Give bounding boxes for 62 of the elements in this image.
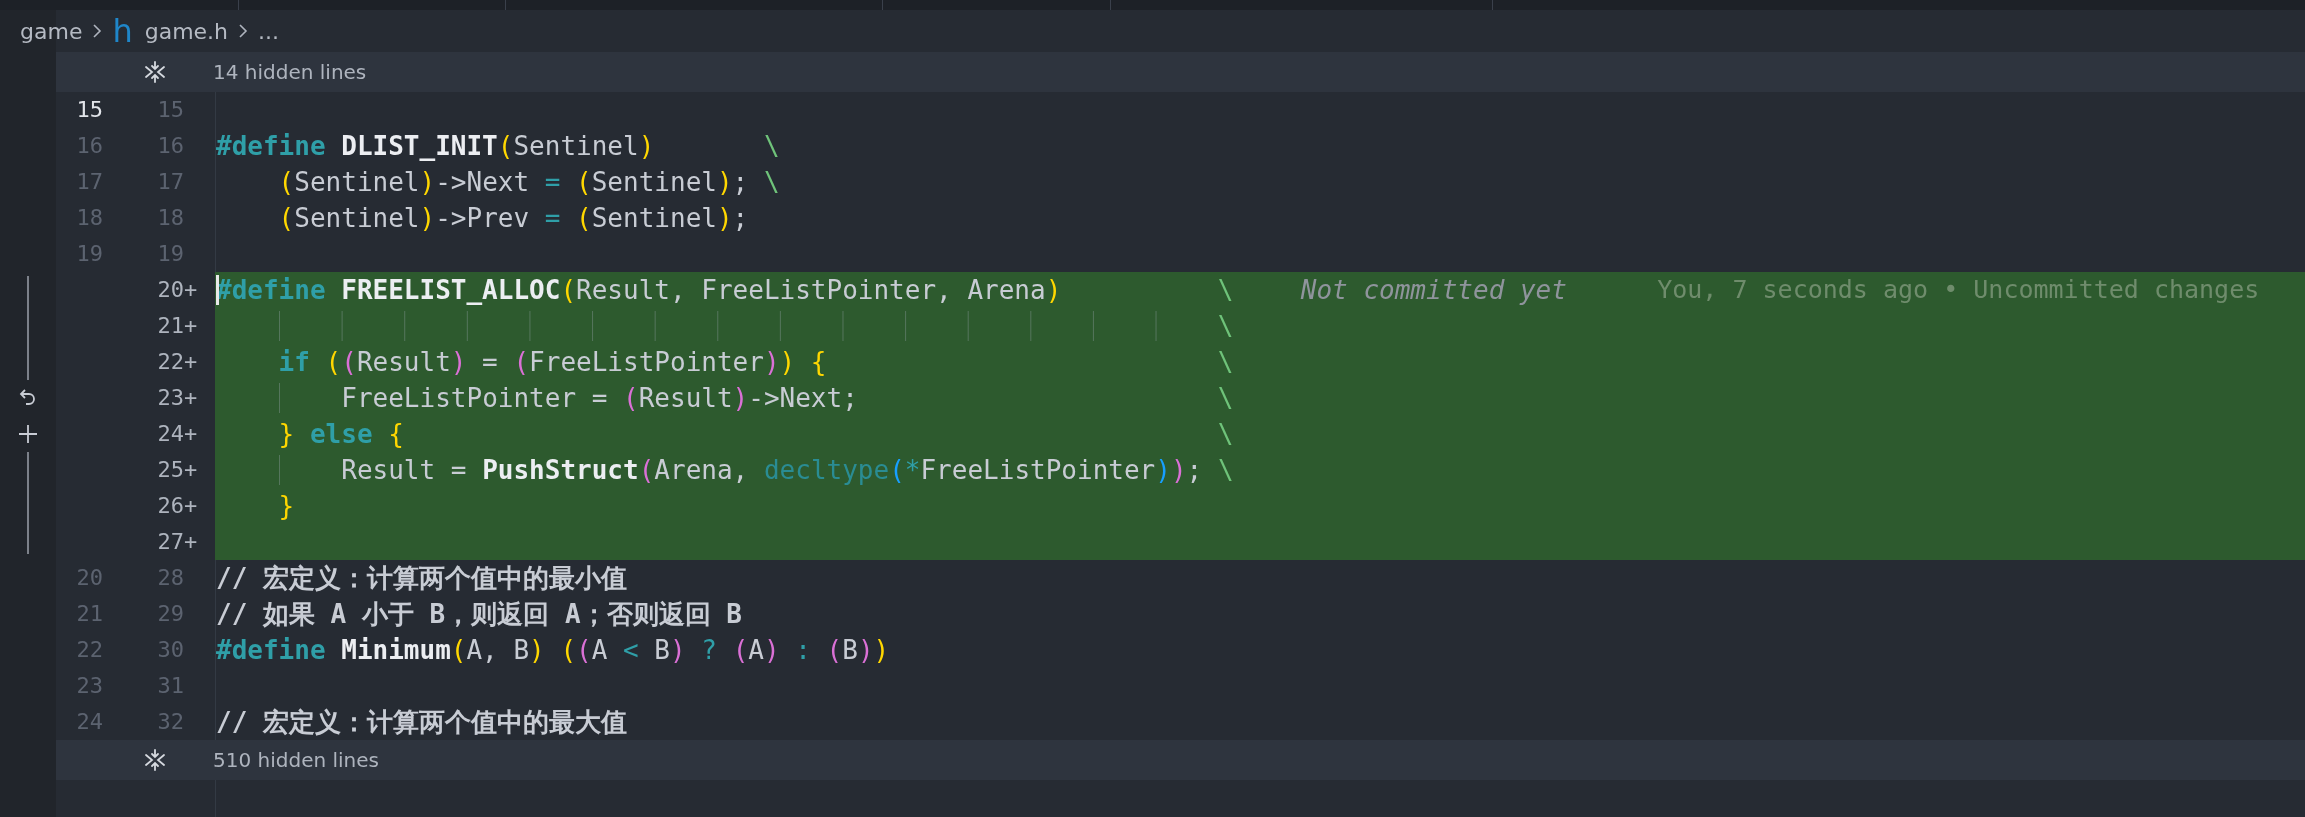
breadcrumb-item[interactable]: game bbox=[20, 14, 83, 48]
added-marker: + bbox=[184, 529, 198, 554]
line-number: 21 bbox=[156, 312, 184, 340]
breadcrumb-item[interactable]: game.h bbox=[144, 14, 229, 48]
code-line: FreeListPointer = (Result)->Next; \ bbox=[216, 380, 1234, 416]
line-number: 20 bbox=[75, 564, 103, 592]
line-number: 23 bbox=[75, 672, 103, 700]
line-number: 15 bbox=[156, 96, 184, 124]
line-number: 24 bbox=[156, 420, 184, 448]
added-marker: + bbox=[184, 277, 198, 302]
code-line: // 如果 A 小于 B，则返回 A；否则返回 B bbox=[216, 598, 742, 631]
line-number: 22 bbox=[75, 636, 103, 664]
added-marker: + bbox=[184, 421, 198, 446]
code-line: #define DLIST_INIT(Sentinel) \ bbox=[216, 130, 780, 163]
code-line: } bbox=[277, 490, 295, 523]
blame-detail: You, 7 seconds ago • Uncommitted changes bbox=[1657, 274, 2260, 307]
added-marker: + bbox=[184, 385, 198, 410]
line-number: 24 bbox=[75, 708, 103, 736]
line-number: 19 bbox=[75, 240, 103, 268]
line-number: 18 bbox=[75, 204, 103, 232]
line-number: 16 bbox=[156, 132, 184, 160]
code-line: } else { \ bbox=[277, 418, 1234, 451]
line-number: 17 bbox=[156, 168, 184, 196]
line-number: 26 bbox=[156, 492, 184, 520]
hidden-lines-bar[interactable]: 14 hidden lines bbox=[56, 52, 2305, 92]
unfold-icon[interactable] bbox=[143, 748, 167, 772]
line-number: 19 bbox=[156, 240, 184, 268]
line-number: 27 bbox=[156, 528, 184, 556]
line-number: 21 bbox=[75, 600, 103, 628]
hidden-lines-bar[interactable]: 510 hidden lines bbox=[56, 740, 2305, 780]
code-line: Result = PushStruct(Arena, decltype(*FreeListPointer)); \ bbox=[216, 452, 1234, 488]
blame-message: Not committed yet bbox=[1300, 273, 1567, 307]
breadcrumb-item[interactable]: ... bbox=[258, 14, 280, 48]
added-marker: + bbox=[184, 493, 198, 518]
code-line: (Sentinel)->Next = (Sentinel); \ bbox=[277, 166, 780, 199]
code-line: // 宏定义：计算两个值中的最大值 bbox=[216, 706, 627, 739]
hidden-lines-label: 510 hidden lines bbox=[213, 747, 379, 774]
line-number: 28 bbox=[156, 564, 184, 592]
line-number: 29 bbox=[156, 600, 184, 628]
line-number: 23 bbox=[156, 384, 184, 412]
added-marker: + bbox=[184, 457, 198, 482]
plus-icon[interactable] bbox=[16, 422, 40, 446]
line-number: 17 bbox=[75, 168, 103, 196]
line-number: 31 bbox=[156, 672, 184, 700]
added-marker: + bbox=[184, 349, 198, 374]
line-number: 18 bbox=[156, 204, 184, 232]
line-number: 22 bbox=[156, 348, 184, 376]
line-number: 20 bbox=[156, 276, 184, 304]
line-number: 30 bbox=[156, 636, 184, 664]
code-line: // 宏定义：计算两个值中的最小值 bbox=[216, 562, 627, 595]
code-line: #define FREELIST_ALLOC(Result, FreeListPointer, Arena) \ bbox=[216, 274, 1234, 307]
line-number: 16 bbox=[75, 132, 103, 160]
hidden-lines-label: 14 hidden lines bbox=[213, 59, 367, 86]
added-marker: + bbox=[184, 313, 198, 338]
code-line: #define Minimum(A, B) ((A < B) ? (A) : (B)) bbox=[216, 634, 890, 667]
file-type-icon: h bbox=[112, 15, 133, 47]
unfold-icon[interactable] bbox=[143, 60, 167, 84]
line-number: 15 bbox=[75, 96, 103, 124]
line-number: 32 bbox=[156, 708, 184, 736]
line-number: 25 bbox=[156, 456, 184, 484]
code-line: (Sentinel)->Prev = (Sentinel); bbox=[277, 202, 749, 235]
code-line: if ((Result) = (FreeListPointer)) { \ bbox=[277, 346, 1234, 379]
